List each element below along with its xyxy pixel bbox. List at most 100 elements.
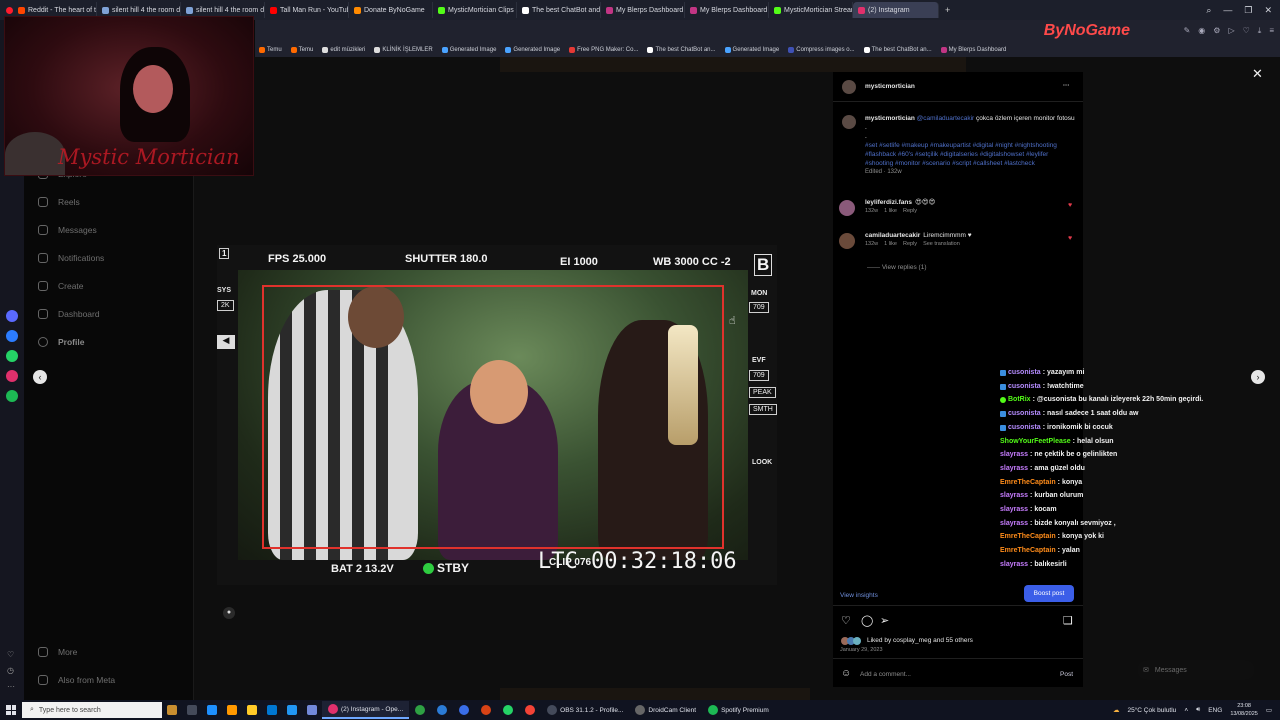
app-icon[interactable] [307,705,317,715]
comment-like-heart-icon[interactable]: ♥ [1068,202,1074,209]
emoji-button[interactable]: ☺ [841,668,851,679]
browser-tab[interactable]: (2) Instagram [853,2,939,18]
browser-tab[interactable]: MysticMortician Stream ... [769,2,853,18]
taskbar-app[interactable] [409,701,431,719]
commenter-avatar[interactable] [839,200,855,216]
caption-mention[interactable]: @camiladuartecakir [917,115,975,122]
weather-text[interactable]: 25°C Çok bulutlu [1127,707,1176,714]
notification-icon[interactable]: ▭ [1266,706,1272,714]
taskbar-app[interactable] [519,701,541,719]
store-icon[interactable] [287,705,297,715]
share-button[interactable]: ➢ [880,614,889,627]
save-button[interactable]: ❑ [1063,614,1073,627]
taskbar-app[interactable]: (2) Instagram - Ope... [322,701,410,719]
prev-post-button[interactable]: ‹ [33,370,47,384]
comment-likes[interactable]: 1 like [884,207,897,216]
browser-tab[interactable]: Tall Man Run - YouTube [265,2,349,18]
messenger-icon[interactable] [6,330,18,342]
next-post-button[interactable]: › [1251,370,1265,384]
nav-messages[interactable]: Messages [24,216,194,244]
browser-tab[interactable]: MysticMortician Clips - W... [433,2,517,18]
comment-reply-button[interactable]: Reply [903,207,917,216]
close-modal-button[interactable]: ✕ [1252,66,1263,82]
taskbar-app[interactable]: DroidCam Client [629,701,702,719]
post-comment-button[interactable]: Post [1060,670,1073,679]
new-tab-button[interactable]: + [939,5,956,15]
comment-reply-button[interactable]: Reply [903,240,917,249]
author-avatar[interactable] [842,80,856,94]
caption-username[interactable]: mysticmortician [865,115,915,122]
bookmark-item[interactable]: Temu [259,46,282,53]
nav-create[interactable]: Create [24,272,194,300]
like-button[interactable]: ♡ [841,614,851,627]
browser-tab[interactable]: The best ChatBot and Wi... [517,2,601,18]
bookmark-item[interactable]: Generated Image [724,46,779,53]
instagram-icon[interactable] [6,370,18,382]
more-icon[interactable]: ··· [7,682,15,691]
comment-username[interactable]: leyliferdizi.fans [865,199,912,206]
nav-reels[interactable]: Reels [24,188,194,216]
post-author[interactable]: mysticmortician [865,82,915,91]
history-icon[interactable]: ◷ [7,666,14,675]
browser-tab[interactable]: My Blerps Dashboard [601,2,685,18]
menu-icon[interactable]: ≡ [1269,26,1274,36]
firefox-icon[interactable] [227,705,237,715]
spotify-icon[interactable] [6,390,18,402]
language-indicator[interactable]: ENG [1208,707,1222,714]
browser-tab[interactable]: Donate ByNoGame [349,2,433,18]
heart-icon[interactable]: ♡ [1243,26,1250,36]
taskbar-clock[interactable]: 23:08 13/08/2025 [1230,702,1258,718]
heart-icon[interactable]: ♡ [7,650,14,659]
taskbar-app[interactable] [453,701,475,719]
boost-post-button[interactable]: Boost post [1024,585,1074,602]
bookmark-item[interactable]: Generated Image [505,46,560,53]
nav-profile[interactable]: Profile [24,328,194,356]
bookmark-item[interactable]: Free PNG Maker: Co... [569,46,638,53]
commenter-avatar[interactable] [839,233,855,249]
taskbar-app[interactable]: OBS 31.1.2 - Profile... [541,701,629,719]
opera-logo-icon[interactable] [6,6,13,14]
bookmark-item[interactable]: Generated Image [441,46,496,53]
taskbar-app[interactable] [431,701,453,719]
tray-up-icon[interactable]: ˄ [1184,707,1188,714]
browser-tab[interactable]: My Blerps Dashboard [685,2,769,18]
search-tabs-icon[interactable]: ⌕ [1206,5,1211,16]
liked-by-text[interactable]: Liked by cosplay_meg and 55 others [867,636,973,645]
taskbar-search-input[interactable]: ⌕ Type here to search [22,702,162,718]
taskbar-app[interactable]: Spotify Premium [702,701,775,719]
aria-icon[interactable] [6,310,18,322]
bookmark-item[interactable]: KLİNİK İŞLEMLER [374,46,433,53]
caption-avatar[interactable] [842,115,856,129]
file-explorer-icon[interactable] [247,705,257,715]
nav-notifications[interactable]: Notifications [24,244,194,272]
tagged-user-icon[interactable]: ● [223,607,235,619]
bookmark-item[interactable]: My Blerps Dashboard [940,46,1006,53]
nav-dashboard[interactable]: Dashboard [24,300,194,328]
maximize-icon[interactable]: ❐ [1244,5,1252,16]
caption-hashtags[interactable]: #set #setlife #makeup #makeupartist #dig… [865,141,1075,168]
mail-icon[interactable] [267,705,277,715]
comment-username[interactable]: camiladuartecakir [865,232,920,239]
taskbar-app[interactable] [475,701,497,719]
messages-float-button[interactable]: ✉ Messages [1137,660,1255,680]
settings-icon[interactable]: ⚙ [1213,26,1220,36]
whatsapp-icon[interactable] [6,350,18,362]
add-comment-input[interactable]: Add a comment... [860,670,911,679]
task-view-icon[interactable] [187,705,197,715]
volume-icon[interactable]: 🔊︎ [1196,706,1200,714]
close-icon[interactable]: ✕ [1264,5,1272,16]
camera-icon[interactable]: ◉ [1198,26,1205,36]
comment-like-heart-icon[interactable]: ♥ [1068,235,1074,242]
comment-likes[interactable]: 1 like [884,240,897,249]
see-translation-link[interactable]: See translation [923,240,960,249]
bookmark-item[interactable]: The best ChatBot an... [863,46,932,53]
download-icon[interactable]: ⤓ [1258,26,1262,36]
comment-button[interactable]: ◯ [861,614,873,627]
nav-also-from-meta[interactable]: Also from Meta [24,666,194,694]
nav-more[interactable]: More [24,638,194,666]
edge-icon[interactable] [207,705,217,715]
extension-icon[interactable]: ✎ [1184,26,1191,36]
minimize-icon[interactable]: — [1223,5,1232,16]
post-options-button[interactable]: ··· [1063,81,1070,90]
view-insights-link[interactable]: View insights [840,591,878,600]
